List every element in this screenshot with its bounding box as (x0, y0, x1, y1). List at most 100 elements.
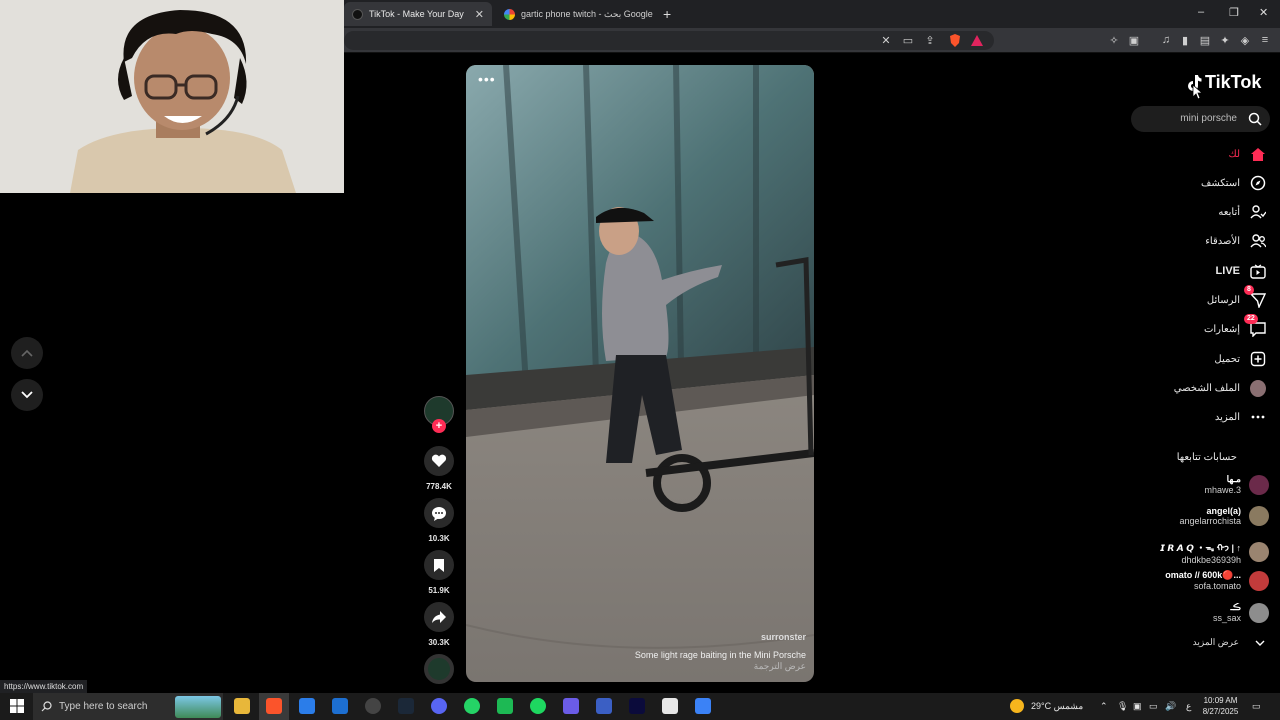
close-tab-icon[interactable]: ✕ (475, 8, 484, 21)
volume-icon[interactable]: 🔊 (1165, 701, 1176, 712)
tab-google[interactable]: gartic phone twitch - بحث Google (496, 2, 661, 26)
tray-chevron-icon[interactable]: ⌃ (1100, 701, 1108, 712)
vpn-icon[interactable]: ◈ (1238, 33, 1252, 47)
see-more-accounts-button[interactable]: عرض المزيد (1193, 637, 1265, 648)
nav-activity[interactable]: إشعارات 22 (1204, 314, 1266, 338)
share-icon[interactable]: ⇪ (923, 33, 937, 47)
nav-label: لك (1228, 148, 1240, 160)
extensions-icon[interactable]: ✧ (1107, 33, 1121, 47)
video-player[interactable]: ••• surronster Some light rage baiting i… (466, 65, 814, 682)
nav-messages[interactable]: الرسائل 8 (1207, 285, 1266, 309)
share-button[interactable] (424, 602, 454, 632)
search-input[interactable]: mini porsche (1180, 113, 1237, 124)
microphone-icon[interactable]: 🎙 (1117, 701, 1128, 712)
music-disc-icon[interactable] (424, 654, 454, 684)
network-icon[interactable]: ▭ (1149, 701, 1158, 712)
google-favicon-icon (504, 8, 515, 20)
nav-following[interactable]: أتابعه (1218, 203, 1266, 221)
microsoft-store-icon[interactable] (299, 698, 315, 714)
share-count: 30.3K (428, 638, 450, 647)
restore-button[interactable]: ❐ (1229, 6, 1239, 19)
cast-icon[interactable]: ▭ (901, 33, 915, 47)
app-green-icon[interactable] (497, 698, 513, 714)
screenshot-icon[interactable]: ▣ (1127, 33, 1141, 47)
file-explorer-icon[interactable] (234, 698, 250, 714)
vpn-app-icon[interactable] (596, 698, 612, 714)
windows-taskbar: Type here to search 29°C مشمس ⌃ 🎙 ▣ ▭ 🔊 … (0, 693, 1280, 720)
weather-text[interactable]: 29°C مشمس (1031, 701, 1083, 712)
followed-account[interactable]: angel(a) angelarrochista (1179, 506, 1269, 526)
followed-account[interactable]: 𝙄 𝙍 𝘼 𝙌 ・ᯓ ᡣ𐭩 | ↑ dhdkbe36939h (1160, 538, 1269, 565)
nav-friends[interactable]: الأصدقاء (1205, 232, 1266, 250)
nav-live[interactable]: LIVE (1216, 262, 1266, 280)
brave-shield-icon[interactable] (948, 33, 962, 47)
sidebar-toggle-icon[interactable]: ▮ (1178, 33, 1192, 47)
address-bar[interactable] (344, 31, 994, 50)
app-blue-icon[interactable] (695, 698, 711, 714)
like-button[interactable] (424, 446, 454, 476)
tray-app-icon[interactable]: ▣ (1133, 701, 1142, 712)
discord-icon[interactable] (431, 698, 447, 714)
video-author[interactable]: surronster (761, 632, 806, 642)
steam-icon[interactable] (398, 698, 414, 714)
nav-for-you[interactable]: لك (1229, 145, 1266, 163)
nav-upload[interactable]: تحميل (1214, 350, 1266, 368)
nav-label: LIVE (1215, 265, 1240, 277)
brave-browser-icon[interactable] (266, 698, 282, 714)
notification-icon[interactable]: ▭ (1252, 701, 1261, 712)
heart-icon (431, 454, 447, 467)
following-accounts-title: حسابات تتابعها (1176, 452, 1237, 463)
minimize-button[interactable]: – (1198, 6, 1204, 18)
spotify-icon[interactable] (530, 698, 546, 714)
nav-profile[interactable]: الملف الشخصي (1174, 379, 1266, 397)
followed-account[interactable]: مـها mhawe.3 (1204, 474, 1269, 495)
windows-start-icon[interactable] (10, 699, 24, 713)
clock-time: 10:09 AM (1203, 696, 1238, 705)
nav-explore[interactable]: استكشف (1201, 174, 1266, 192)
no-translate-icon[interactable]: ✕ (879, 33, 893, 47)
brave-rewards-icon[interactable] (970, 33, 984, 47)
search-icon[interactable] (1248, 112, 1262, 126)
followed-account[interactable]: ڪـ ss_sax (1213, 602, 1269, 623)
account-display-name: ڪـ (1230, 602, 1241, 612)
taskbar-search-placeholder: Type here to search (59, 701, 148, 712)
nav-label: استكشف (1201, 177, 1240, 189)
account-avatar (1249, 570, 1269, 591)
outlook-icon[interactable] (332, 698, 348, 714)
bookmark-icon (434, 558, 444, 572)
comment-button[interactable] (424, 498, 454, 528)
roblox-icon[interactable] (662, 698, 678, 714)
taskbar-clock[interactable]: 10:09 AM 8/27/2025 (1198, 695, 1243, 717)
widgets-icon[interactable] (175, 696, 221, 718)
account-display-name: مـها (1226, 474, 1241, 484)
compass-icon (1250, 175, 1266, 191)
gamepad-icon[interactable] (563, 698, 579, 714)
save-button[interactable] (424, 550, 454, 580)
tab-title: gartic phone twitch - بحث Google (521, 8, 653, 19)
follow-button[interactable]: + (432, 419, 446, 433)
leo-ai-icon[interactable]: ✦ (1218, 33, 1232, 47)
see-translation-link[interactable]: عرض الترجمة (754, 661, 806, 672)
tab-tiktok[interactable]: TikTok - Make Your Day ✕ (344, 2, 492, 26)
language-indicator[interactable]: ع (1186, 701, 1191, 712)
comment-count: 10.3K (428, 534, 450, 543)
like-count: 778.4K (426, 482, 452, 491)
whatsapp-icon[interactable] (464, 698, 480, 714)
new-tab-button[interactable]: + (663, 6, 671, 22)
live-icon (1250, 263, 1266, 279)
search-bar[interactable]: mini porsche (1131, 106, 1270, 132)
following-icon (1250, 204, 1266, 220)
menu-icon[interactable]: ≡ (1258, 33, 1272, 47)
nav-more[interactable]: المزيد (1215, 408, 1266, 426)
previous-video-button[interactable] (11, 337, 43, 369)
logo-text: TikTok (1205, 72, 1262, 92)
close-window-button[interactable]: ✕ (1259, 6, 1268, 19)
followed-account[interactable]: omato // 600k🔴... sofa.tomato (1165, 570, 1269, 591)
inbox-icon: 22 (1244, 314, 1266, 337)
media-icon[interactable]: ♫ (1159, 33, 1173, 47)
wallet-icon[interactable]: ▤ (1198, 33, 1212, 47)
chatgpt-icon[interactable] (365, 698, 381, 714)
video-options-button[interactable]: ••• (478, 71, 496, 87)
next-video-button[interactable] (11, 379, 43, 411)
terminal-icon[interactable] (629, 698, 645, 714)
